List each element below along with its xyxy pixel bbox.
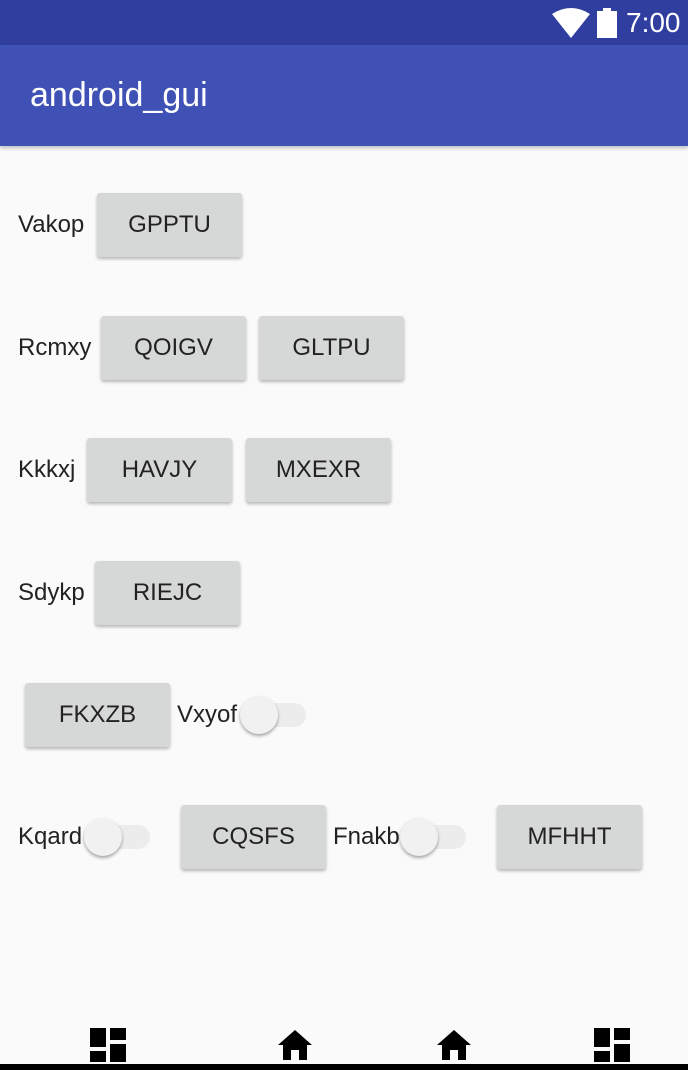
fkxzb-button[interactable]: FKXZB [25,683,170,747]
home-icon[interactable] [277,1028,313,1062]
kqard-switch[interactable] [84,817,150,857]
mxexr-button[interactable]: MXEXR [246,438,391,502]
label-kqard: Kqard [18,823,83,850]
app-title: android_gui [30,76,208,114]
cqsfs-button[interactable]: CQSFS [181,805,326,869]
wifi-icon [552,8,590,38]
battery-icon [597,8,617,38]
gltpu-button[interactable]: GLTPU [259,316,404,380]
fnakb-switch[interactable] [400,817,466,857]
label-vakop: Vakop [18,211,85,238]
app-bar: android_gui [0,45,688,146]
label-vxyof: Vxyof [177,701,238,728]
switch-thumb [84,818,122,856]
mfhht-button[interactable]: MFHHT [497,805,642,869]
gpptu-button[interactable]: GPPTU [97,193,242,257]
navigation-bar [0,1010,688,1070]
dashboard-icon[interactable] [90,1028,126,1062]
status-time: 7:00 [626,7,681,38]
vxyof-switch[interactable] [240,695,306,735]
label-kkkxj: Kkkxj [18,456,76,483]
dashboard-icon[interactable] [594,1028,630,1062]
label-sdykp: Sdykp [18,579,85,606]
switch-thumb [400,818,438,856]
switch-thumb [240,696,278,734]
havjy-button[interactable]: HAVJY [87,438,232,502]
riejc-button[interactable]: RIEJC [95,561,240,625]
label-fnakb: Fnakb [333,823,400,850]
qoigv-button[interactable]: QOIGV [101,316,246,380]
status-bar: 7:00 [0,0,688,45]
home-icon[interactable] [436,1028,472,1062]
label-rcmxy: Rcmxy [18,334,92,361]
nav-bottom-line [0,1064,688,1070]
